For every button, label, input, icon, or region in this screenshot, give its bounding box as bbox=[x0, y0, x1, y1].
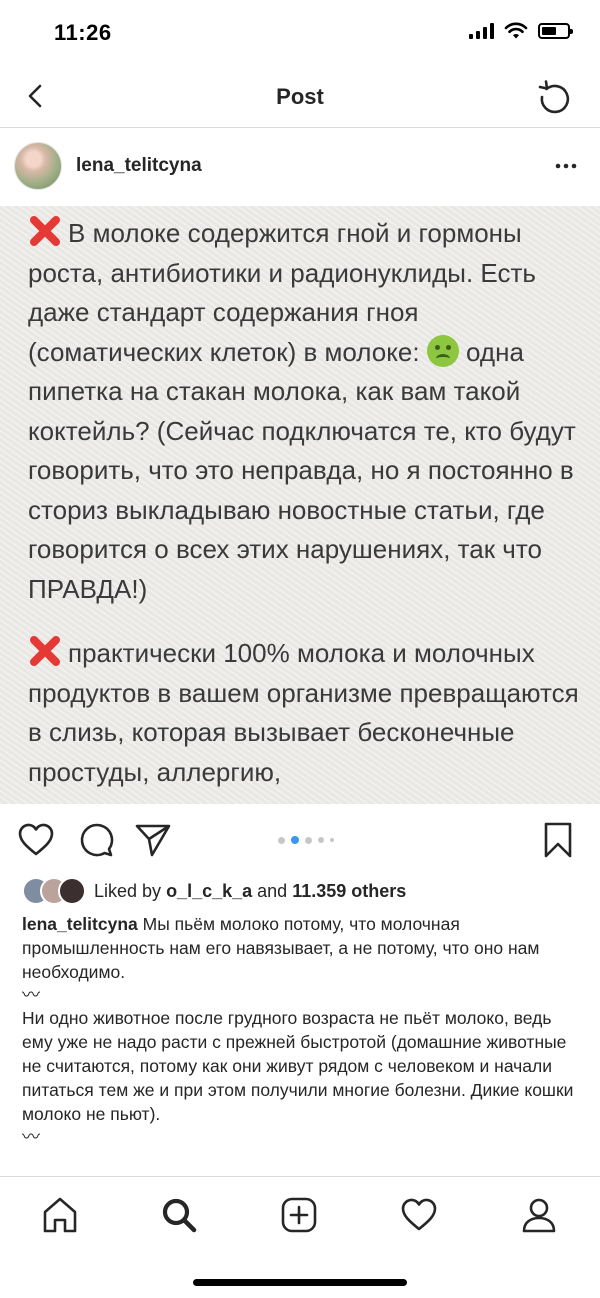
cross-mark-icon bbox=[30, 636, 60, 666]
carousel-dot bbox=[278, 836, 285, 844]
signal-icon bbox=[469, 23, 494, 39]
liker-avatars bbox=[22, 877, 88, 905]
post-header: lena_telitcyna bbox=[0, 128, 600, 206]
caption-paragraph-1: lena_telitcyna Мы пьём молоко потому, чт… bbox=[22, 912, 582, 984]
caption-username[interactable]: lena_telitcyna bbox=[22, 914, 138, 934]
action-bar bbox=[0, 804, 600, 876]
nauseated-face-icon bbox=[426, 334, 459, 367]
wavy-dash-icon: 〰 bbox=[22, 1127, 40, 1147]
image-paragraph-1: В молоке содержится гной и гормоны роста… bbox=[28, 214, 594, 609]
carousel-dot bbox=[318, 837, 324, 843]
search-icon[interactable] bbox=[159, 1195, 199, 1235]
comment-icon[interactable] bbox=[76, 820, 116, 860]
likes-row: Liked by o_l_c_k_a and 11.359 others bbox=[22, 876, 406, 906]
wavy-dash-icon: 〰 bbox=[22, 985, 40, 1005]
likes-prefix: Liked by bbox=[94, 880, 162, 901]
caption: lena_telitcyna Мы пьём молоко потому, чт… bbox=[22, 912, 582, 1148]
avatar[interactable] bbox=[14, 142, 62, 190]
status-time: 11:26 bbox=[54, 20, 112, 45]
likes-text[interactable]: Liked by o_l_c_k_a and 11.359 others bbox=[94, 881, 406, 902]
post-image[interactable]: В молоке содержится гной и гормоны роста… bbox=[0, 206, 600, 804]
likes-joiner: and bbox=[257, 880, 288, 901]
more-horizontal-icon[interactable] bbox=[554, 158, 578, 174]
refresh-icon[interactable] bbox=[536, 78, 574, 116]
heart-icon[interactable] bbox=[16, 820, 56, 860]
avatar bbox=[58, 877, 86, 905]
paper-plane-icon[interactable] bbox=[133, 820, 173, 860]
image-text-2: практически 100% молока и молочных проду… bbox=[28, 638, 579, 787]
wifi-icon bbox=[504, 22, 528, 39]
nav-bar: Post bbox=[0, 64, 600, 128]
status-bar: 11:26 bbox=[0, 0, 600, 64]
image-text-1b: одна пипетка на стакан молока, как вам т… bbox=[28, 336, 576, 604]
profile-icon[interactable] bbox=[519, 1195, 559, 1235]
battery-icon bbox=[538, 23, 573, 39]
carousel-dot bbox=[330, 838, 334, 842]
page-title: Post bbox=[276, 84, 324, 109]
image-paragraph-2: практически 100% молока и молочных проду… bbox=[28, 634, 594, 792]
bookmark-icon[interactable] bbox=[538, 820, 578, 860]
carousel-dot-active bbox=[291, 836, 299, 844]
likes-count[interactable]: 11.359 others bbox=[292, 881, 406, 901]
home-indicator[interactable] bbox=[193, 1279, 407, 1286]
activity-heart-icon[interactable] bbox=[399, 1195, 439, 1235]
status-icons bbox=[469, 22, 573, 40]
post-username[interactable]: lena_telitcyna bbox=[76, 155, 202, 177]
add-post-icon[interactable] bbox=[279, 1195, 319, 1235]
tab-bar bbox=[0, 1176, 600, 1298]
liker-username[interactable]: o_l_c_k_a bbox=[166, 881, 252, 901]
cross-mark-icon bbox=[30, 216, 60, 246]
caption-paragraph-2: Ни одно животное после грудного возраста… bbox=[22, 1008, 574, 1124]
home-icon[interactable] bbox=[40, 1195, 80, 1235]
carousel-indicator bbox=[278, 836, 334, 844]
carousel-dot bbox=[305, 836, 312, 844]
